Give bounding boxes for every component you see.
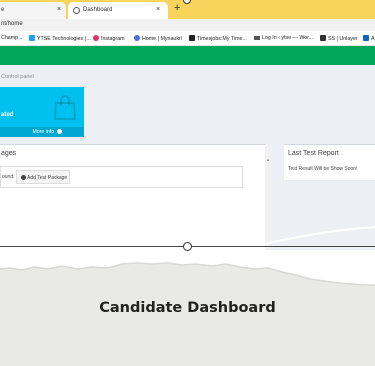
bookmark-label: Timesjobs:My Time... <box>197 36 247 42</box>
scroll-up-arrow-icon[interactable]: ▲ <box>266 157 270 162</box>
more-info-link[interactable]: More info <box>0 127 84 137</box>
decorative-stroke <box>265 226 375 245</box>
unlayer-icon <box>320 35 326 41</box>
tab-label: Dashboard <box>83 7 113 13</box>
bookmark-label: YTSE Technologies (... <box>37 36 91 42</box>
new-tab-button[interactable]: + <box>174 2 180 14</box>
linkedin-icon <box>363 35 369 41</box>
naukri-icon <box>134 35 140 41</box>
more-info-label: More info <box>32 129 55 135</box>
app-header <box>0 46 375 65</box>
bookmark-item[interactable]: Home | Mynaukri <box>134 35 182 42</box>
empty-text: ound. <box>2 174 15 180</box>
breadcrumb: Control panel <box>1 74 34 80</box>
address-bar[interactable]: nt/home <box>0 19 375 31</box>
globe-icon <box>73 7 80 14</box>
tab-label: e <box>1 7 5 13</box>
tab-previous[interactable]: e × <box>0 2 66 19</box>
shopping-bag-icon <box>54 95 76 120</box>
bookmark-item[interactable]: Instagram <box>93 35 125 42</box>
add-test-package-button[interactable]: Add Test Package <box>16 170 70 184</box>
bookmark-label: SS | Unlayer <box>328 36 358 42</box>
bookmark-label: A <box>371 36 375 42</box>
arrow-circle-right-icon <box>56 129 62 134</box>
packages-empty-state: ound. Add Test Package <box>0 166 243 188</box>
panel-title: Last Test Report <box>288 150 339 157</box>
bookmark-label: Champ... <box>1 35 23 41</box>
close-tab-icon[interactable]: × <box>156 6 160 13</box>
last-test-report-panel: Last Test Report Test Result Will be Sho… <box>284 144 375 180</box>
button-label: Add Test Package <box>27 175 68 181</box>
bookmark-item[interactable]: Timesjobs:My Time... <box>189 35 247 42</box>
bookmark-item[interactable]: Champ... <box>1 35 23 41</box>
instagram-icon <box>93 35 99 41</box>
test-packages-panel: ages ound. Add Test Package <box>0 144 272 250</box>
report-message: Test Result Will be Show Soon! <box>288 166 358 172</box>
bookmark-item[interactable]: A <box>363 35 375 42</box>
bookmark-label: Log In ‹ ytse — Wor... <box>262 35 314 41</box>
twitter-icon <box>29 35 35 41</box>
menu-icon <box>254 36 260 40</box>
page-content: Control panel ated More info ages ound. … <box>0 65 375 250</box>
stat-box-title: ated <box>1 112 14 118</box>
url-text: nt/home <box>1 21 23 27</box>
plus-circle-icon <box>21 175 26 180</box>
panel-title: ages <box>1 150 17 157</box>
bookmark-label: Home | Mynaukri <box>142 36 182 42</box>
page-heading: Candidate Dashboard <box>99 300 276 316</box>
timesjobs-icon <box>189 35 195 41</box>
close-tab-icon[interactable]: × <box>57 6 61 13</box>
bookmark-item[interactable]: SS | Unlayer <box>320 35 358 42</box>
stat-box: ated More info <box>0 87 84 137</box>
tab-dashboard[interactable]: Dashboard × <box>68 2 168 19</box>
bookmark-item[interactable]: Log In ‹ ytse — Wor... <box>254 35 313 41</box>
bookmark-label: Instagram <box>101 36 125 42</box>
bookmarks-bar: Champ... YTSE Technologies (... Instagra… <box>0 31 375 46</box>
screenshot: e × Dashboard × + nt/home Champ... YTSE … <box>0 0 375 366</box>
bookmark-item[interactable]: YTSE Technologies (... <box>29 35 91 42</box>
